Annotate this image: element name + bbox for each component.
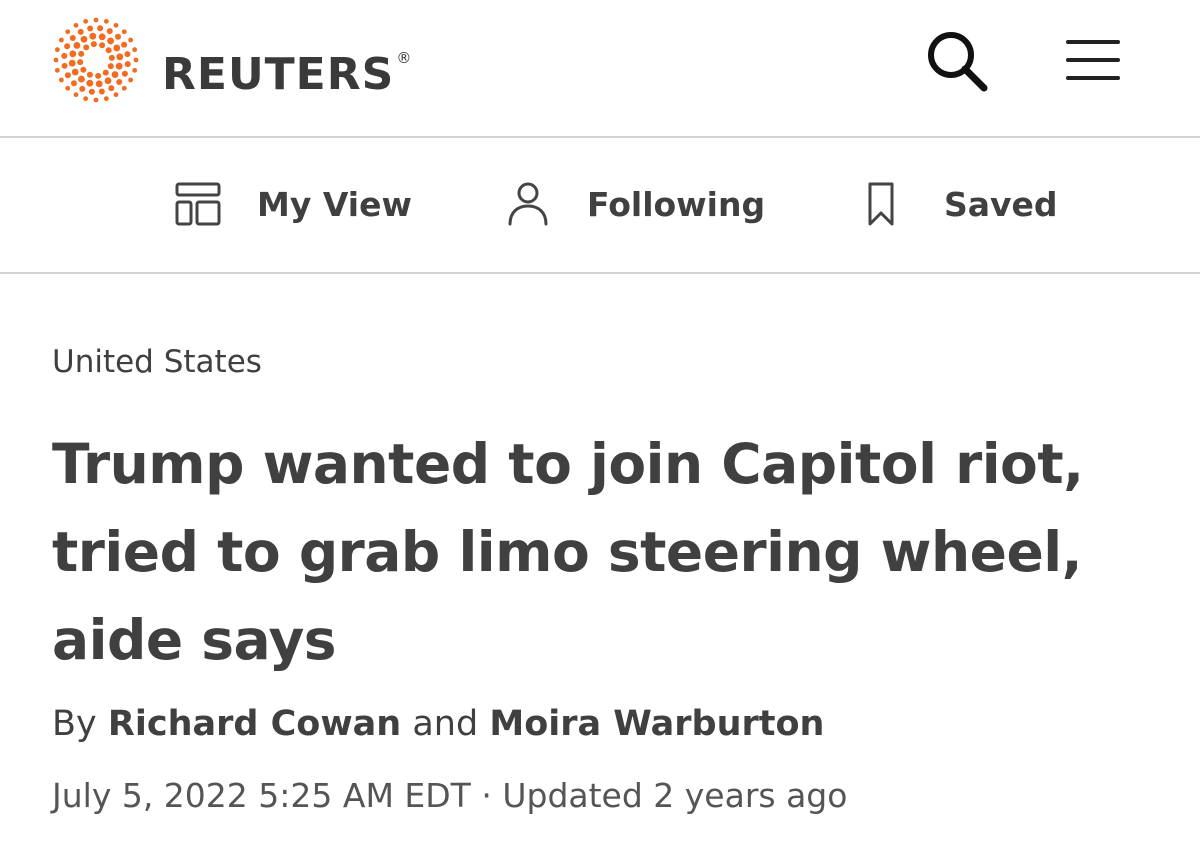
nav-saved[interactable]: Saved	[866, 178, 1058, 230]
registered-mark: ®	[396, 49, 413, 67]
nav-my-view-label: My View	[257, 184, 412, 224]
layout-grid-icon	[175, 182, 221, 226]
nav-following-label: Following	[587, 184, 766, 224]
article-dateline: July 5, 2022 5:25 AM EDT · Updated 2 yea…	[52, 776, 847, 815]
section-link[interactable]: United States	[52, 344, 262, 380]
updated-timestamp: Updated 2 years ago	[502, 776, 848, 815]
search-button[interactable]	[924, 28, 990, 94]
nav-saved-label: Saved	[944, 184, 1058, 224]
author-link[interactable]: Richard Cowan	[108, 704, 401, 744]
hamburger-menu-icon	[1066, 40, 1120, 80]
search-icon	[928, 32, 988, 92]
reuters-logo-icon[interactable]	[50, 14, 142, 106]
byline-conjunction: and	[412, 704, 479, 744]
dateline-separator: ·	[481, 776, 492, 815]
user-subnav: My View Following Saved	[0, 138, 1200, 274]
article-headline: Trump wanted to join Capitol riot, tried…	[52, 432, 1084, 672]
byline-prefix: By	[52, 704, 97, 744]
person-icon	[508, 182, 548, 226]
menu-button[interactable]	[1062, 36, 1124, 84]
article-byline: By Richard Cowan and Moira Warburton	[52, 704, 824, 744]
nav-following[interactable]: Following	[506, 178, 765, 230]
bookmark-icon	[868, 182, 894, 226]
brand-name: REUTERS	[162, 49, 395, 100]
brand-wordmark[interactable]: REUTERS ®	[162, 28, 412, 105]
site-header: REUTERS ®	[0, 0, 1200, 138]
published-timestamp: July 5, 2022 5:25 AM EDT	[52, 776, 471, 815]
nav-my-view[interactable]: My View	[173, 178, 412, 230]
author-link[interactable]: Moira Warburton	[489, 704, 824, 744]
